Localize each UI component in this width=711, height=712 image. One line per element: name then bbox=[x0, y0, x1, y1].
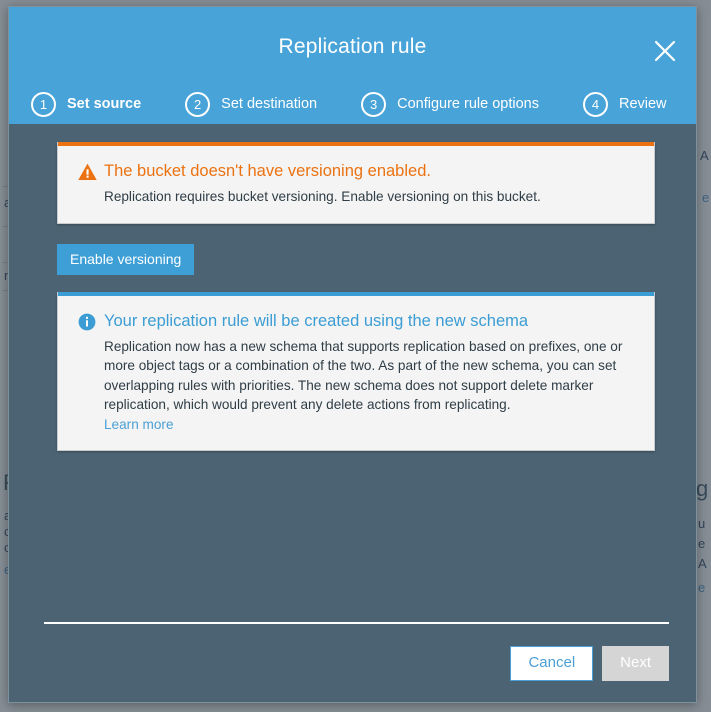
alert-heading: The bucket doesn't have versioning enabl… bbox=[104, 162, 431, 180]
alert-heading: Your replication rule will be created us… bbox=[104, 311, 529, 330]
alert-body: Replication requires bucket versioning. … bbox=[104, 189, 541, 204]
enable-versioning-button[interactable]: Enable versioning bbox=[57, 243, 195, 275]
step-number: 4 bbox=[582, 91, 608, 117]
dialog-header: Replication rule 1 Set source 2 Set dest… bbox=[9, 7, 696, 124]
learn-more-link[interactable]: Learn more bbox=[104, 417, 174, 432]
step-label: Set destination bbox=[221, 96, 318, 112]
info-circle-icon bbox=[78, 313, 104, 434]
footer-actions: Cancel Next bbox=[510, 646, 669, 681]
versioning-warning-alert: The bucket doesn't have versioning enabl… bbox=[57, 142, 655, 224]
step-label: Review bbox=[618, 96, 667, 112]
step-number: 2 bbox=[185, 91, 211, 117]
step-label: Configure rule options bbox=[397, 96, 539, 112]
wizard-step-review[interactable]: 4 Review bbox=[582, 91, 667, 117]
footer-divider bbox=[44, 622, 669, 624]
replication-rule-dialog: Replication rule 1 Set source 2 Set dest… bbox=[8, 6, 697, 703]
wizard-step-set-destination[interactable]: 2 Set destination bbox=[185, 91, 318, 117]
step-number: 1 bbox=[31, 91, 56, 117]
next-button[interactable]: Next bbox=[602, 646, 669, 681]
dialog-footer: Cancel Next bbox=[9, 610, 696, 702]
step-label: Set source bbox=[67, 96, 142, 112]
close-icon[interactable] bbox=[648, 34, 682, 68]
wizard-steps: 1 Set source 2 Set destination 3 Configu… bbox=[31, 85, 678, 123]
warning-triangle-icon bbox=[78, 163, 104, 207]
dialog-body: The bucket doesn't have versioning enabl… bbox=[9, 124, 696, 610]
dialog-title: Replication rule bbox=[278, 35, 427, 58]
wizard-step-set-source[interactable]: 1 Set source bbox=[31, 91, 142, 117]
step-number: 3 bbox=[361, 91, 387, 117]
alert-body: Replication now has a new schema that su… bbox=[104, 338, 623, 413]
wizard-step-configure-rule-options[interactable]: 3 Configure rule options bbox=[361, 91, 539, 117]
new-schema-info-alert: Your replication rule will be created us… bbox=[57, 291, 655, 451]
cancel-button[interactable]: Cancel bbox=[510, 646, 594, 681]
